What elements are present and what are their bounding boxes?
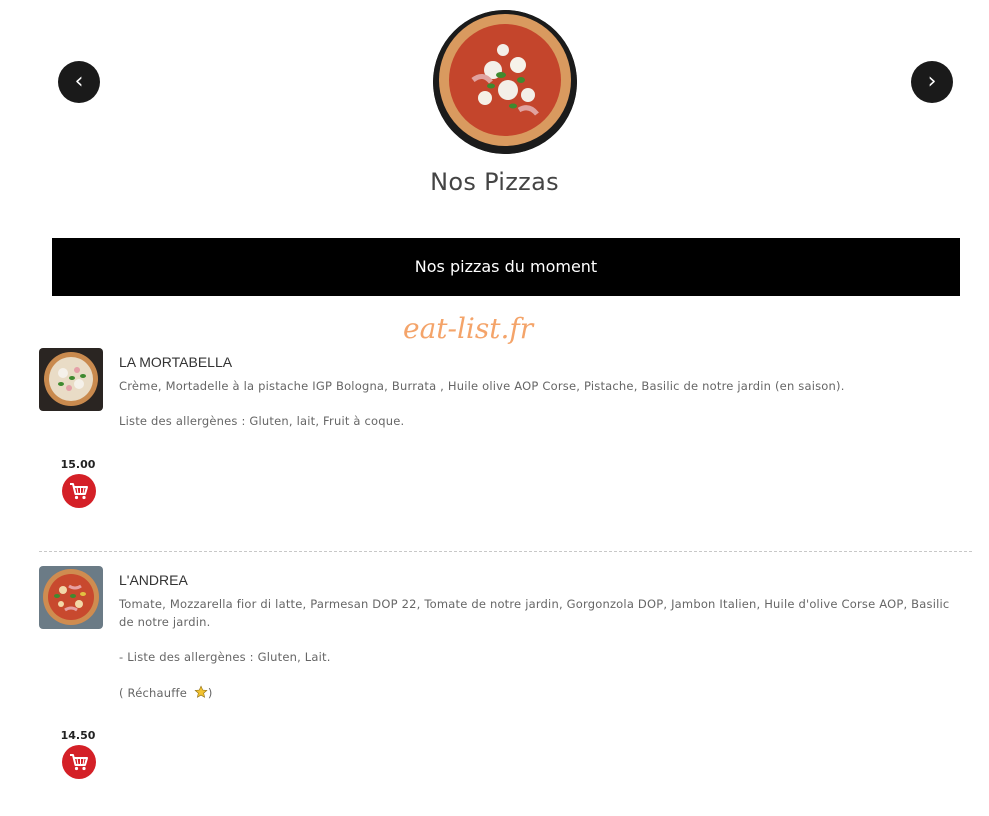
item-description: Tomate, Mozzarella fior di latte, Parmes… <box>119 597 950 629</box>
star-icon <box>194 685 208 698</box>
category-image[interactable] <box>433 10 577 154</box>
page-title: Nos Pizzas <box>430 168 559 196</box>
item-note-text: ( Réchauffe <box>119 686 188 700</box>
item-allergens: Liste des allergènes : Gluten, lait, Fru… <box>119 414 405 428</box>
menu-item: L'ANDREA Tomate, Mozzarella fior di latt… <box>39 566 972 786</box>
item-allergens: - Liste des allergènes : Gluten, Lait. <box>119 650 331 664</box>
item-thumbnail[interactable] <box>39 348 103 411</box>
item-name: L'ANDREA <box>119 572 188 588</box>
item-price: 14.50 <box>60 729 96 742</box>
add-to-cart-button[interactable] <box>62 745 96 779</box>
carousel-next-button[interactable]: › <box>911 61 953 103</box>
menu-item: LA MORTABELLA Crème, Mortadelle à la pis… <box>39 348 972 518</box>
item-divider <box>39 551 972 552</box>
item-note: ( Réchauffe ) <box>119 685 213 700</box>
item-note-end: ) <box>207 686 213 700</box>
item-thumbnail[interactable] <box>39 566 103 629</box>
carousel-prev-button[interactable]: ‹ <box>58 61 100 103</box>
add-to-cart-button[interactable] <box>62 474 96 508</box>
category-header: Nos pizzas du moment <box>52 238 960 296</box>
watermark: eat-list.fr <box>403 312 534 345</box>
item-name: LA MORTABELLA <box>119 354 233 370</box>
cart-icon <box>70 483 88 500</box>
item-price: 15.00 <box>60 458 96 471</box>
cart-icon <box>70 754 88 771</box>
item-description: Crème, Mortadelle à la pistache IGP Bolo… <box>119 379 845 393</box>
